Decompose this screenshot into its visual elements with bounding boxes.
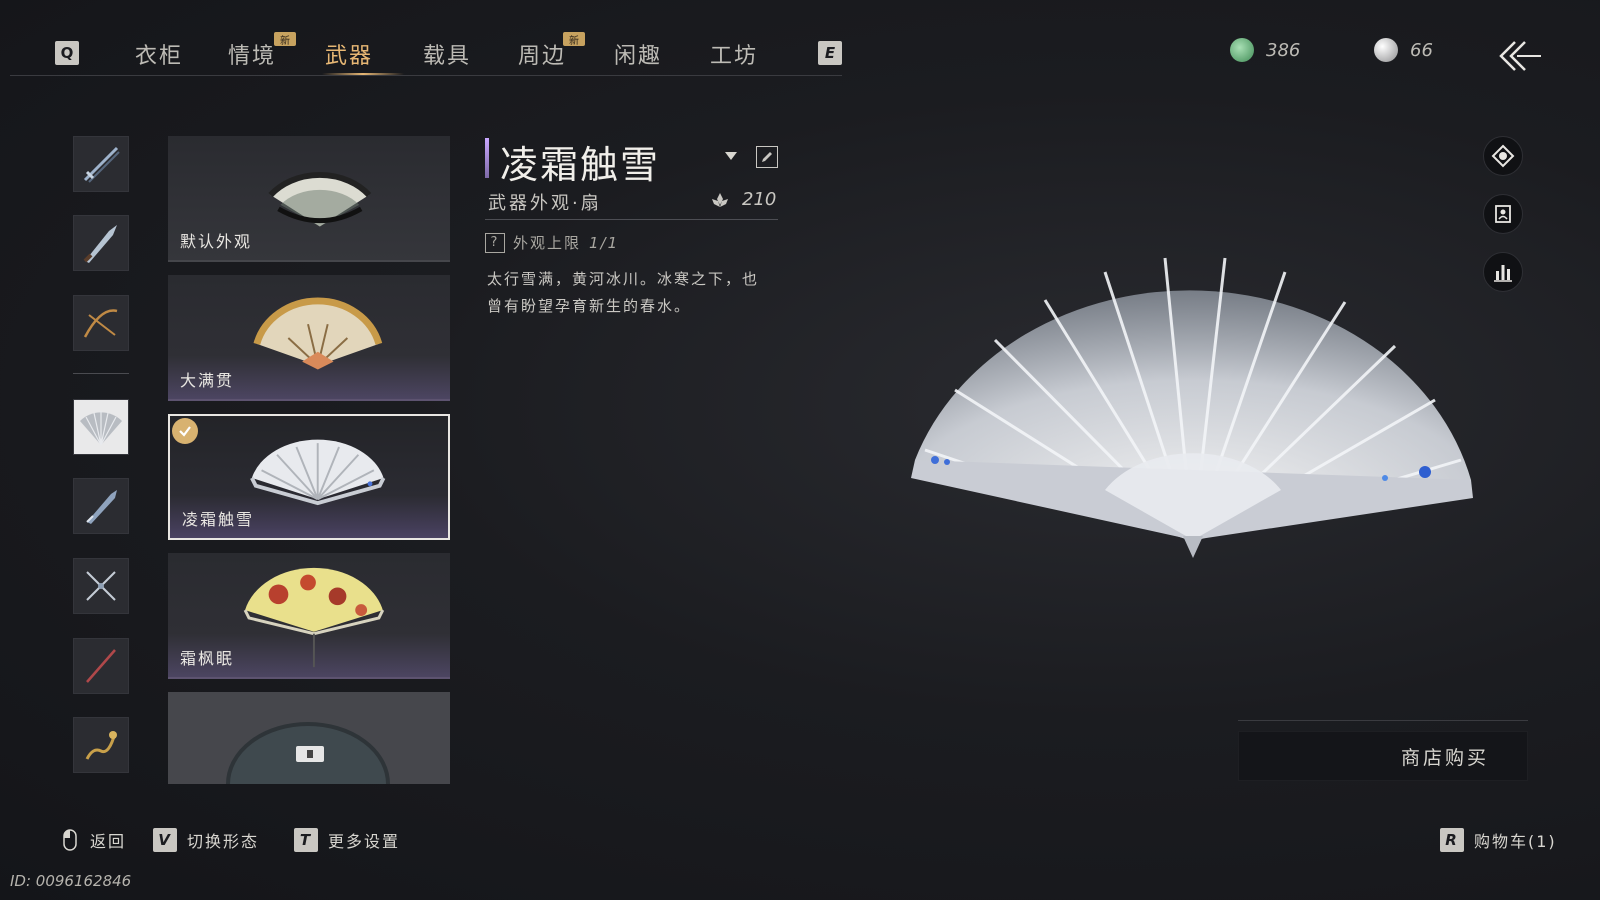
category-umbrella[interactable] bbox=[73, 478, 129, 534]
active-tab-underline bbox=[322, 73, 404, 75]
new-badge: 新 bbox=[274, 32, 296, 47]
category-divider bbox=[73, 373, 129, 374]
jade-currency: 386 bbox=[1230, 38, 1300, 62]
appearance-card-default[interactable]: 默认外观 bbox=[168, 136, 450, 262]
card-label: 霜枫眠 bbox=[180, 649, 235, 668]
back-hint[interactable]: 返回 bbox=[62, 828, 126, 852]
portrait-button[interactable] bbox=[1483, 194, 1523, 234]
appearance-limit: ? 外观上限 1/1 bbox=[485, 232, 619, 253]
back-label: 返回 bbox=[90, 832, 127, 851]
category-fan[interactable] bbox=[73, 399, 129, 455]
umbrella-icon bbox=[86, 490, 117, 524]
pearl-amount: 66 bbox=[1410, 39, 1433, 61]
sword-icon bbox=[83, 146, 120, 183]
switch-form-hint[interactable]: V 切换形态 bbox=[153, 828, 259, 852]
description-line: 太行雪满，黄河冰川。冰寒之下，也 bbox=[487, 270, 760, 288]
appearance-card-grand-slam[interactable]: 大满贯 bbox=[168, 275, 450, 401]
help-icon[interactable]: ? bbox=[485, 232, 505, 253]
limit-label: 外观上限 bbox=[513, 234, 582, 252]
stats-button[interactable] bbox=[1483, 252, 1523, 292]
title-accent-bar bbox=[485, 138, 489, 178]
rope-dart-icon bbox=[85, 731, 117, 760]
tab-weapon[interactable]: 武器 bbox=[325, 38, 373, 70]
category-spear[interactable] bbox=[73, 295, 129, 351]
item-title: 凌霜触雪 bbox=[500, 143, 661, 187]
blade-icon bbox=[83, 225, 117, 263]
description-line: 曾有盼望孕育新生的春水。 bbox=[487, 297, 692, 315]
item-type: 武器外观·扇 bbox=[488, 193, 602, 214]
bar-chart-icon bbox=[1494, 265, 1512, 282]
fan-icon bbox=[80, 411, 122, 446]
limit-value: 1/1 bbox=[589, 233, 620, 252]
score-value: 210 bbox=[742, 189, 777, 210]
cart-label: 购物车(1) bbox=[1474, 832, 1557, 851]
pearl-currency: 66 bbox=[1374, 38, 1433, 62]
category-staff[interactable] bbox=[73, 638, 129, 694]
next-tab-key[interactable]: E bbox=[818, 41, 842, 65]
card-label: 大满贯 bbox=[180, 371, 235, 390]
rotate-view-button[interactable] bbox=[1483, 136, 1523, 176]
appearance-score: 210 bbox=[710, 189, 776, 210]
tab-workshop[interactable]: 工坊 bbox=[710, 38, 758, 70]
category-blade[interactable] bbox=[73, 215, 129, 271]
detail-divider bbox=[485, 219, 778, 220]
prev-tab-key[interactable]: Q bbox=[55, 41, 79, 65]
appearance-card-frost-snow[interactable]: 凌霜触雪 bbox=[168, 414, 450, 540]
back-arrow-icon[interactable] bbox=[1495, 38, 1543, 74]
dropdown-arrow-icon[interactable] bbox=[723, 150, 739, 162]
tab-leisure[interactable]: 闲趣 bbox=[614, 38, 662, 70]
edit-icon[interactable] bbox=[756, 146, 778, 168]
cart-hint[interactable]: R 购物车(1) bbox=[1440, 828, 1557, 852]
key-v: V bbox=[153, 828, 177, 852]
lotus-icon bbox=[712, 192, 728, 207]
jade-icon bbox=[1230, 38, 1254, 62]
key-r: R bbox=[1440, 828, 1464, 852]
card-label: 凌霜触雪 bbox=[182, 510, 255, 529]
player-id: ID: 0096162846 bbox=[10, 872, 132, 890]
spear-icon bbox=[83, 309, 118, 338]
category-dual-blades[interactable] bbox=[73, 558, 129, 614]
more-settings-hint[interactable]: T 更多设置 bbox=[294, 828, 400, 852]
lock-icon bbox=[296, 746, 324, 762]
tab-vehicle[interactable]: 载具 bbox=[423, 38, 471, 70]
new-badge: 新 bbox=[563, 32, 585, 47]
portrait-icon bbox=[1495, 205, 1511, 223]
weapon-preview bbox=[911, 257, 1473, 558]
switch-label: 切换形态 bbox=[187, 832, 260, 851]
jade-amount: 386 bbox=[1266, 39, 1301, 61]
more-label: 更多设置 bbox=[328, 832, 401, 851]
pearl-icon bbox=[1374, 38, 1398, 62]
appearance-card-locked[interactable] bbox=[168, 692, 450, 784]
fan-image bbox=[226, 722, 390, 784]
dual-blades-icon bbox=[86, 571, 116, 601]
view-icon bbox=[1491, 144, 1515, 168]
category-rope-dart[interactable] bbox=[73, 717, 129, 773]
item-description: 太行雪满，黄河冰川。冰寒之下，也 曾有盼望孕育新生的春水。 bbox=[487, 266, 787, 320]
mouse-icon bbox=[63, 829, 77, 851]
card-label: 默认外观 bbox=[180, 232, 253, 251]
staff-icon bbox=[86, 649, 116, 683]
category-sword[interactable] bbox=[73, 136, 129, 192]
tab-scene[interactable]: 情境 bbox=[228, 38, 276, 70]
buy-divider bbox=[1238, 720, 1528, 721]
tab-merch[interactable]: 周边 bbox=[518, 38, 566, 70]
shop-buy-button[interactable]: 商店购买 bbox=[1238, 731, 1528, 781]
key-t: T bbox=[294, 828, 318, 852]
top-nav: Q 衣柜 情境 新 武器 载具 周边 新 闲趣 工坊 E bbox=[10, 30, 842, 76]
tab-wardrobe[interactable]: 衣柜 bbox=[135, 38, 183, 70]
appearance-card-frost-maple[interactable]: 霜枫眠 bbox=[168, 553, 450, 679]
